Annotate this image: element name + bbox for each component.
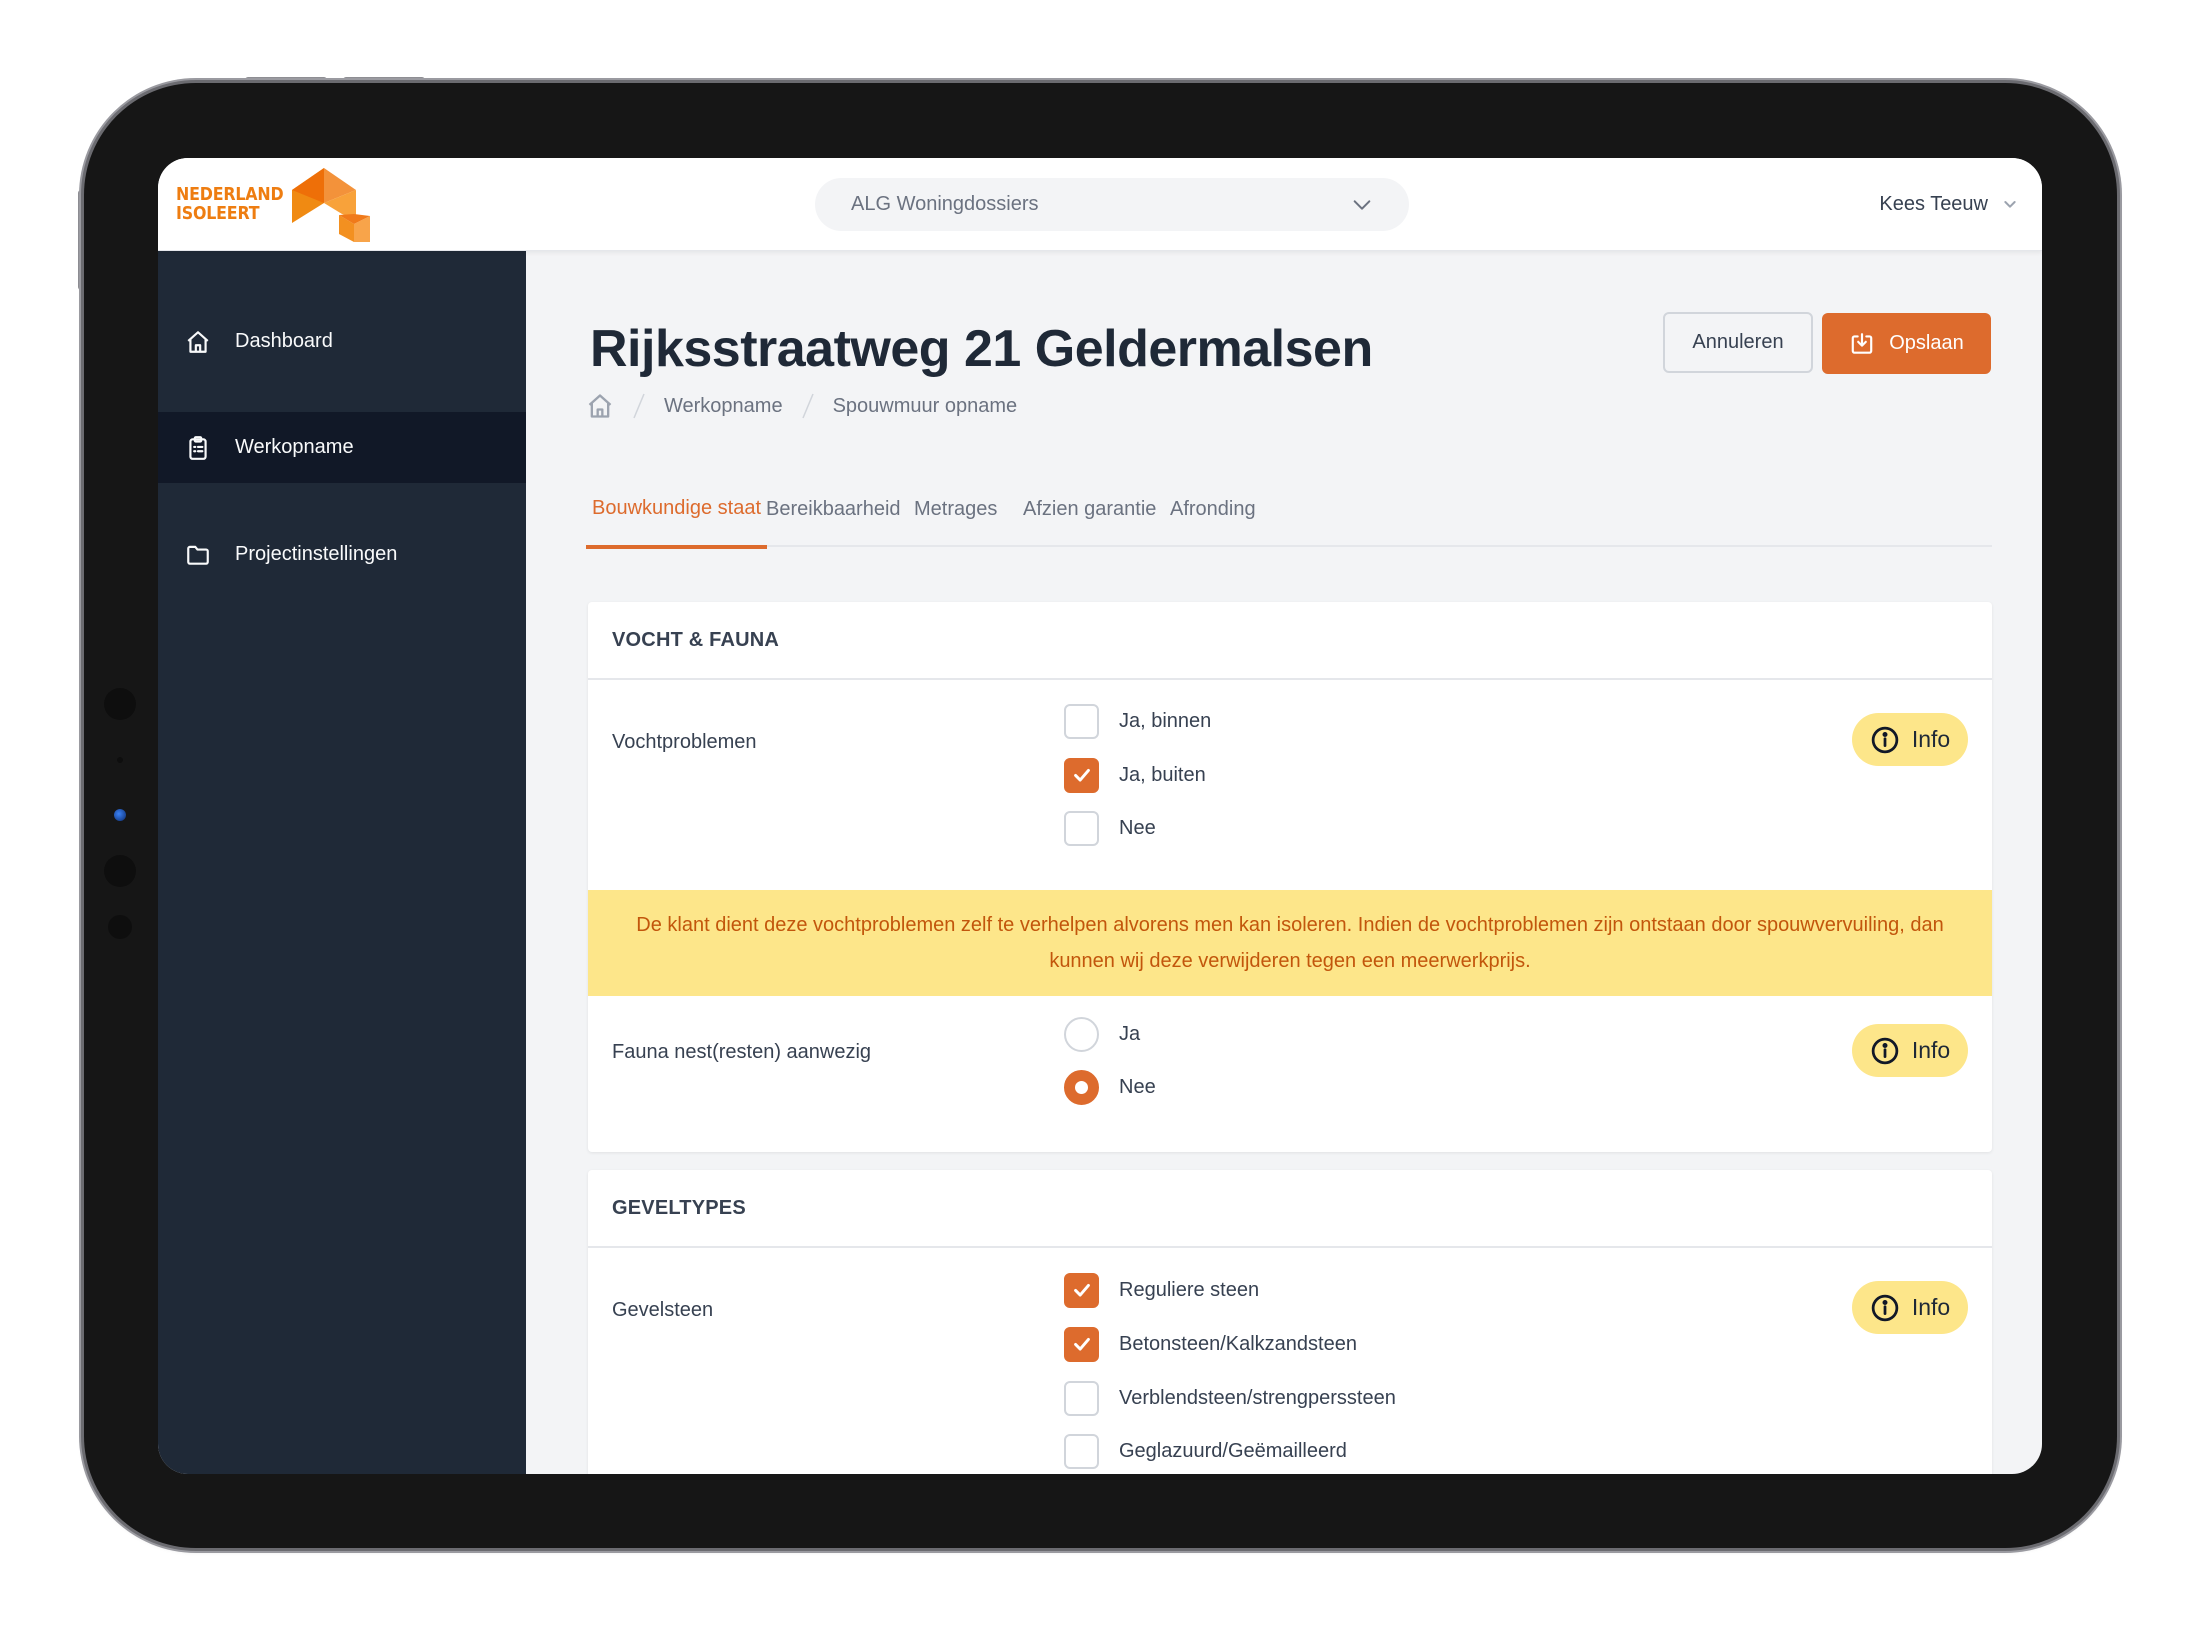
- camera-sensor: [117, 757, 123, 763]
- sidebar-item-label: Dashboard: [235, 330, 333, 352]
- info-button[interactable]: Info: [1852, 713, 1968, 766]
- user-name: Kees Teeuw: [1879, 192, 1988, 215]
- option-label: Nee: [1119, 1075, 1156, 1098]
- checkbox[interactable]: [1064, 1380, 1099, 1416]
- sidebar: Dashboard Werkopname Projectinstellingen: [158, 251, 526, 1474]
- checkbox[interactable]: [1064, 703, 1099, 739]
- chevron-down-icon: [2004, 201, 2016, 208]
- radio-option-ja[interactable]: Ja: [1064, 1016, 1140, 1052]
- option-label: Nee: [1119, 816, 1156, 839]
- option-label: Ja: [1119, 1022, 1141, 1045]
- clipboard-list-icon: [185, 435, 211, 461]
- project-select[interactable]: ALG Woningdossiers: [815, 178, 1409, 231]
- camera-sensor: [108, 915, 132, 939]
- section-vocht-fauna: VOCHT & FAUNA Vochtproblemen Ja, binnen …: [588, 602, 1992, 1152]
- top-bar: NEDERLAND ISOLEERT ALG Woningdossiers Ke…: [158, 158, 2042, 251]
- info-button[interactable]: Info: [1852, 1281, 1968, 1334]
- option-label: Betonsteen/Kalkzandsteen: [1119, 1332, 1357, 1355]
- logo-line-2: ISOLEERT: [176, 203, 260, 224]
- breadcrumb-werkopname[interactable]: Werkopname: [664, 395, 783, 418]
- radio[interactable]: [1064, 1016, 1099, 1052]
- checkbox[interactable]: [1064, 810, 1099, 846]
- main-content: Rijksstraatweg 21 Geldermalsen Annuleren…: [526, 251, 2042, 1474]
- field-gevelsteen: Gevelsteen Reguliere steen Betonsteen/Ka…: [588, 1250, 1992, 1474]
- page-title: Rijksstraatweg 21 Geldermalsen: [590, 320, 1373, 378]
- app-screen: NEDERLAND ISOLEERT ALG Woningdossiers Ke…: [158, 158, 2042, 1474]
- info-button-label: Info: [1911, 726, 1951, 752]
- info-button[interactable]: Info: [1852, 1024, 1968, 1077]
- checkbox-checked[interactable]: [1064, 757, 1099, 793]
- tab-bereikbaarheid[interactable]: Bereikbaarheid: [760, 471, 907, 547]
- tab-bar: Bouwkundige staat Bereikbaarheid Metrage…: [586, 471, 1992, 549]
- tab-afzien-garantie[interactable]: Afzien garantie: [1017, 471, 1162, 547]
- option-label: Verblendsteen/strengperssteen: [1119, 1386, 1396, 1409]
- sidebar-item-projectinstellingen[interactable]: Projectinstellingen: [158, 519, 526, 590]
- home-icon: [185, 329, 211, 355]
- save-download-icon: [1849, 331, 1875, 357]
- section-geveltypes: GEVELTYPES Gevelsteen Reguliere steen Be…: [588, 1170, 1992, 1474]
- checkbox[interactable]: [1064, 1433, 1099, 1469]
- check-icon: [1073, 1283, 1090, 1297]
- logo-house-icon: [292, 168, 370, 242]
- chevron-down-icon: [1353, 199, 1371, 210]
- checkbox-option-ja-binnen[interactable]: Ja, binnen: [1064, 703, 1211, 739]
- save-button[interactable]: Opslaan: [1822, 313, 1991, 374]
- breadcrumb: Werkopname Spouwmuur opname: [586, 391, 1017, 421]
- checkbox-option-betonsteen[interactable]: Betonsteen/Kalkzandsteen: [1064, 1326, 1357, 1362]
- checkbox-checked[interactable]: [1064, 1272, 1099, 1308]
- checkbox-option-nee[interactable]: Nee: [1064, 810, 1156, 846]
- field-vochtproblemen: Vochtproblemen Ja, binnen Ja, buiten Nee: [588, 682, 1992, 890]
- info-button-label: Info: [1911, 1294, 1951, 1320]
- save-button-label: Opslaan: [1889, 332, 1964, 354]
- brand-logo[interactable]: NEDERLAND ISOLEERT: [176, 168, 370, 242]
- project-select-value: ALG Woningdossiers: [851, 193, 1039, 215]
- sidebar-item-werkopname[interactable]: Werkopname: [158, 412, 526, 483]
- logo-line-1: NEDERLAND: [176, 184, 284, 205]
- field-label: Gevelsteen: [612, 1299, 714, 1321]
- info-circle-icon: [1870, 725, 1900, 755]
- breadcrumb-spouwmuur-opname[interactable]: Spouwmuur opname: [833, 395, 1018, 418]
- field-label: Vochtproblemen: [612, 731, 757, 753]
- info-circle-icon: [1870, 1293, 1900, 1323]
- checkbox-checked[interactable]: [1064, 1326, 1099, 1362]
- tab-afronding[interactable]: Afronding: [1164, 471, 1262, 547]
- section-header: VOCHT & FAUNA: [588, 602, 1992, 680]
- radio-option-nee[interactable]: Nee: [1064, 1069, 1156, 1105]
- logo-wordmark: NEDERLAND ISOLEERT: [176, 184, 284, 224]
- sidebar-item-dashboard[interactable]: Dashboard: [158, 306, 526, 377]
- camera-lens: [114, 809, 126, 821]
- option-label: Ja, binnen: [1119, 709, 1212, 732]
- camera-sensor: [104, 688, 136, 720]
- info-button-label: Info: [1911, 1037, 1951, 1063]
- section-title: GEVELTYPES: [612, 1196, 746, 1219]
- field-fauna-nest: Fauna nest(resten) aanwezig Ja Nee Info: [588, 997, 1992, 1152]
- info-circle-icon: [1870, 1036, 1900, 1066]
- user-menu[interactable]: Kees Teeuw: [1879, 186, 2018, 222]
- option-label: Ja, buiten: [1119, 763, 1206, 786]
- checkbox-option-verblendsteen[interactable]: Verblendsteen/strengperssteen: [1064, 1380, 1396, 1416]
- sidebar-item-label: Projectinstellingen: [235, 543, 398, 565]
- cancel-button-label: Annuleren: [1692, 331, 1784, 353]
- check-icon: [1073, 768, 1090, 782]
- check-icon: [1073, 1337, 1090, 1351]
- tab-metrages[interactable]: Metrages: [908, 471, 1003, 547]
- checkbox-option-geglazuurd[interactable]: Geglazuurd/Geëmailleerd: [1064, 1433, 1347, 1469]
- option-label: Reguliere steen: [1119, 1278, 1260, 1301]
- checkbox-option-reguliere-steen[interactable]: Reguliere steen: [1064, 1272, 1259, 1308]
- checkbox-option-ja-buiten[interactable]: Ja, buiten: [1064, 757, 1206, 793]
- tab-bouwkundige-staat[interactable]: Bouwkundige staat: [586, 471, 768, 549]
- breadcrumb-separator: [801, 393, 814, 419]
- section-header: GEVELTYPES: [588, 1170, 1992, 1248]
- cancel-button[interactable]: Annuleren: [1663, 312, 1813, 373]
- breadcrumb-separator: [633, 393, 645, 419]
- folder-icon: [185, 542, 211, 568]
- sidebar-item-label: Werkopname: [235, 436, 354, 458]
- camera-sensor: [104, 855, 136, 887]
- field-label: Fauna nest(resten) aanwezig: [612, 1041, 872, 1063]
- radio-selected[interactable]: [1064, 1069, 1099, 1105]
- warning-alert: De klant dient deze vochtproblemen zelf …: [588, 890, 1992, 996]
- option-label: Geglazuurd/Geëmailleerd: [1119, 1439, 1347, 1462]
- section-title: VOCHT & FAUNA: [612, 628, 780, 651]
- breadcrumb-home-icon[interactable]: [586, 392, 614, 420]
